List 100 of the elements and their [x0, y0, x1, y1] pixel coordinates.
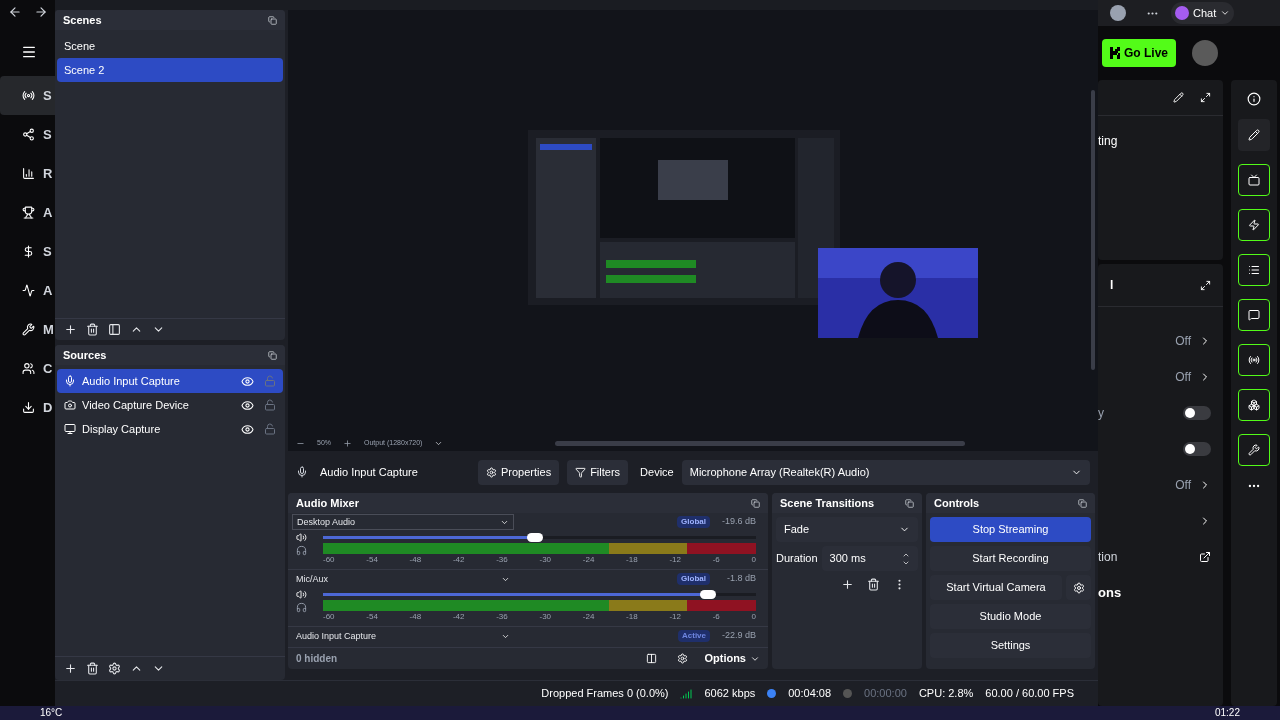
avatar-icon[interactable]	[1192, 40, 1218, 66]
lock-icon[interactable]	[264, 423, 276, 435]
volume-slider[interactable]	[323, 592, 756, 596]
control-button[interactable]: Start Recording	[930, 546, 1091, 571]
speaker-icon[interactable]	[296, 588, 307, 600]
settings-button[interactable]	[1066, 575, 1091, 600]
meter-scale-label: -48	[409, 554, 422, 565]
selected-source-name: Audio Input Capture	[320, 464, 419, 480]
chat-button[interactable]: Chat	[1171, 2, 1235, 24]
sidebar-item[interactable]: S	[0, 115, 55, 154]
meter-scale-label: -42	[452, 611, 465, 622]
download-icon[interactable]	[22, 401, 35, 414]
meter-scale-label: -54	[366, 554, 378, 565]
sidebar-item[interactable]: C	[0, 349, 55, 388]
float-icon[interactable]	[268, 15, 277, 25]
external-link-icon[interactable]	[1199, 551, 1211, 563]
setting-value: Off	[1175, 477, 1191, 494]
meter-scale-label: -30	[539, 611, 552, 622]
avatar-icon[interactable]	[1110, 5, 1126, 21]
channel-name[interactable]: Mic/Aux	[292, 571, 514, 587]
source-item[interactable]: Video Capture Device	[57, 393, 283, 417]
sidebar-item[interactable]: S	[0, 76, 55, 115]
wrench-icon[interactable]	[1238, 434, 1270, 466]
duration-label: Duration	[776, 551, 818, 567]
meter-scale-label: -36	[496, 611, 508, 622]
chat-icon[interactable]	[1238, 299, 1270, 331]
meter-scale-label: -12	[669, 611, 681, 622]
pencil-icon[interactable]	[1173, 92, 1184, 103]
expand-icon[interactable]	[1200, 92, 1211, 103]
speaker-icon[interactable]	[296, 531, 307, 543]
stack-icon[interactable]	[1238, 389, 1270, 421]
float-icon[interactable]	[905, 498, 914, 508]
control-button[interactable]: Studio Mode	[930, 604, 1091, 629]
db-reading: -1.8 dB	[725, 572, 756, 586]
list-icon[interactable]	[1238, 254, 1270, 286]
device-dropdown[interactable]: Microphone Array (Realtek(R) Audio)	[681, 459, 1090, 485]
lightning-icon[interactable]	[1238, 209, 1270, 241]
source-item[interactable]: Display Capture	[57, 417, 283, 441]
tv-icon[interactable]	[1238, 164, 1270, 196]
scene-item[interactable]: Scene	[57, 34, 283, 58]
zoom-in-icon[interactable]	[343, 439, 352, 448]
channel-badge: Active	[678, 630, 710, 642]
back-icon[interactable]	[8, 5, 22, 19]
forward-icon[interactable]	[34, 5, 48, 19]
menu-icon[interactable]	[21, 44, 37, 60]
toggle-switch[interactable]	[1183, 442, 1211, 456]
users-icon[interactable]	[22, 362, 35, 375]
float-icon[interactable]	[1078, 498, 1087, 508]
activity-icon[interactable]	[22, 284, 35, 297]
toggle-switch[interactable]	[1183, 406, 1211, 420]
hidden-count: 0 hidden	[296, 652, 339, 666]
bar-chart-icon[interactable]	[22, 167, 35, 180]
info-icon[interactable]	[1247, 92, 1261, 106]
headphones-icon[interactable]	[296, 545, 307, 556]
sidebar-item[interactable]: A	[0, 193, 55, 232]
channel-badge: Global	[677, 516, 710, 528]
volume-slider[interactable]	[323, 535, 756, 539]
dock-title: Audio Mixer	[296, 495, 359, 511]
lock-icon[interactable]	[264, 399, 276, 411]
sidebar-item[interactable]: D	[0, 388, 55, 427]
settings-icon[interactable]	[677, 653, 689, 664]
trophy-icon[interactable]	[22, 206, 35, 219]
sidebar-item[interactable]: A	[0, 271, 55, 310]
source-item[interactable]: Audio Input Capture	[57, 369, 283, 393]
options-button[interactable]: Options	[704, 650, 760, 667]
headphones-icon[interactable]	[296, 602, 307, 613]
setting-label: y	[1098, 405, 1104, 422]
channel-name[interactable]: Audio Input Capture	[292, 628, 514, 644]
properties-button[interactable]: Properties	[478, 459, 560, 485]
sidebar-item[interactable]: M	[0, 310, 55, 349]
pencil-button[interactable]	[1238, 119, 1270, 151]
control-button[interactable]: Start Virtual Camera	[930, 575, 1062, 600]
pencil-icon	[1248, 129, 1260, 141]
control-button[interactable]: Stop Streaming	[930, 517, 1091, 542]
broadcast-icon[interactable]	[22, 89, 35, 102]
transition-dropdown[interactable]: Fade	[776, 517, 918, 542]
meter-scale-label: -24	[582, 554, 595, 565]
broadcast-icon[interactable]	[1238, 344, 1270, 376]
card-text: ting	[1098, 133, 1119, 150]
channel-name[interactable]: Desktop Audio	[292, 514, 514, 530]
go-live-button[interactable]: Go Live	[1102, 39, 1176, 67]
share-icon[interactable]	[22, 128, 35, 141]
sidebar-item[interactable]: S	[0, 232, 55, 271]
filters-button[interactable]: Filters	[567, 459, 629, 485]
float-icon[interactable]	[268, 350, 277, 360]
eye-icon[interactable]	[241, 398, 254, 412]
float-icon[interactable]	[751, 498, 760, 508]
eye-icon[interactable]	[241, 422, 254, 436]
scene-item[interactable]: Scene 2	[57, 58, 283, 82]
expand-icon[interactable]	[1200, 279, 1211, 291]
control-button[interactable]: Settings	[930, 633, 1091, 658]
dollar-icon[interactable]	[22, 245, 35, 258]
duration-field[interactable]: 300 ms	[821, 546, 918, 571]
layout-icon[interactable]	[646, 653, 658, 664]
eye-icon[interactable]	[241, 374, 254, 388]
meter-scale-label: 0	[751, 611, 756, 622]
meter-scale-label: -24	[582, 611, 595, 622]
dropdown-icon[interactable]	[434, 439, 444, 448]
scrollbar[interactable]	[555, 441, 966, 446]
sidebar-item[interactable]: R	[0, 154, 55, 193]
